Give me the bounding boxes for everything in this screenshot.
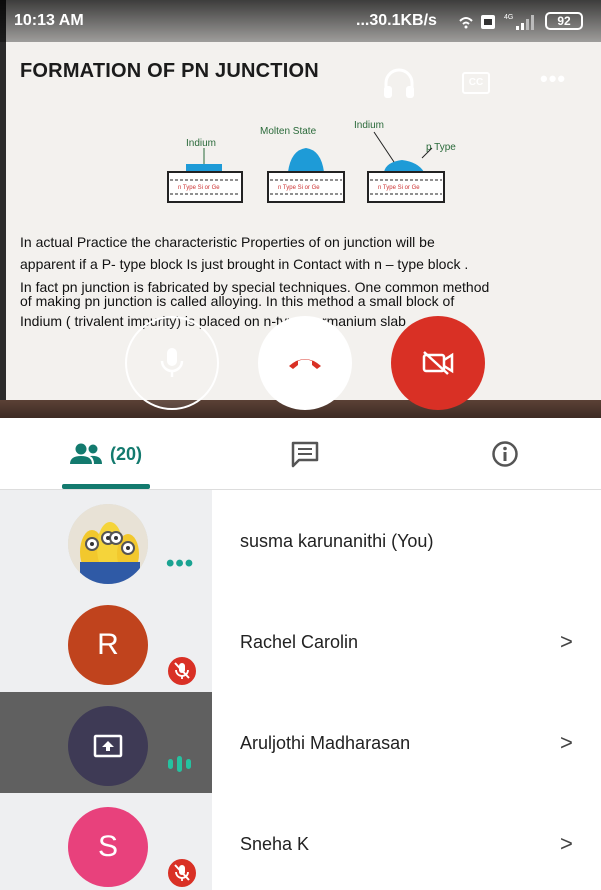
signal-icon: 4G (504, 14, 534, 30)
svg-text:n Type Si or Ge: n Type Si or Ge (278, 185, 320, 191)
participant-row[interactable]: ••• susma karunanithi (You) (0, 490, 601, 591)
mic-icon (160, 348, 184, 377)
status-time: 10:13 AM (14, 12, 84, 29)
mic-off-icon (174, 864, 190, 881)
slide-paragraph-line: of making pn junction is called alloying… (20, 293, 455, 309)
participant-name: Rachel Carolin (240, 632, 359, 652)
avatar: R (68, 605, 148, 685)
svg-text:n Type Si or Ge: n Type Si or Ge (378, 185, 420, 191)
more-options-button[interactable]: ••• (540, 66, 566, 92)
slide-title: FORMATION OF PN JUNCTION (20, 60, 319, 82)
camera-off-icon (422, 351, 454, 375)
status-bar: 10:13 AM ...30.1KB/s 4G 92 (0, 0, 601, 42)
tab-info[interactable] (440, 418, 570, 490)
volte-icon (481, 15, 495, 29)
participant-name: Aruljothi Madharasan (240, 733, 411, 753)
camera-toggle-button[interactable] (391, 316, 485, 410)
active-tab-indicator (62, 484, 150, 489)
captions-button[interactable]: CC (462, 72, 490, 94)
video-area[interactable]: FORMATION OF PN JUNCTION Indium Molten S… (0, 0, 601, 418)
wifi-icon (459, 17, 473, 29)
diagram-label-indium-left: Indium (186, 138, 216, 149)
tab-bar: (20) (0, 418, 601, 490)
chevron-right-icon[interactable]: > (560, 730, 573, 756)
participant-row[interactable]: Aruljothi Madharasan > (0, 692, 601, 793)
participant-name: Sneha K (240, 834, 310, 854)
muted-mic-badge (165, 856, 199, 890)
activity-dots-icon: ••• (166, 550, 195, 577)
status-network-speed: ...30.1KB/s (356, 12, 437, 29)
svg-text:4G: 4G (504, 14, 513, 21)
battery-indicator: 92 (545, 12, 583, 30)
minions-avatar-image (68, 504, 148, 584)
tab-people[interactable]: (20) (40, 418, 170, 490)
present-screen-icon (93, 734, 123, 758)
end-call-icon (289, 359, 321, 369)
mic-button[interactable] (125, 316, 219, 410)
chat-icon (291, 441, 319, 468)
slide-diagram: Indium Molten State Indium p Type n Type… (167, 120, 456, 203)
slide-paragraph-line: Indium ( trivalent impurity) is placed o… (20, 313, 414, 329)
diagram-label-molten: Molten State (260, 126, 317, 137)
participant-count: (20) (109, 443, 142, 464)
chevron-right-icon[interactable]: > (560, 629, 573, 655)
speaking-indicator-icon (168, 756, 191, 772)
participant-row[interactable]: S Sneha K > (0, 793, 601, 890)
end-call-button[interactable] (258, 316, 352, 410)
diagram-label-indium-right: Indium (354, 120, 384, 131)
avatar (68, 706, 148, 786)
slide-paragraph-line: In actual Practice the characteristic Pr… (20, 234, 435, 250)
muted-mic-badge (165, 654, 199, 688)
tab-chat[interactable] (240, 418, 370, 490)
participant-list: ••• susma karunanithi (You) R Rachel Car… (0, 490, 601, 890)
people-icon (69, 443, 102, 464)
diagram-block-label: n Type Si or Ge (178, 185, 220, 191)
chevron-right-icon[interactable]: > (560, 831, 573, 857)
info-icon (492, 441, 518, 467)
slide-paragraph-line: apparent if a P- type block Is just brou… (20, 256, 469, 272)
diagram-label-ptype: p Type (426, 142, 456, 153)
avatar: S (68, 807, 148, 887)
headphones-icon[interactable] (381, 66, 417, 100)
mic-off-icon (174, 662, 190, 679)
avatar (68, 504, 148, 584)
participant-row[interactable]: R Rachel Carolin > (0, 591, 601, 692)
participant-name: susma karunanithi (You) (240, 531, 434, 551)
